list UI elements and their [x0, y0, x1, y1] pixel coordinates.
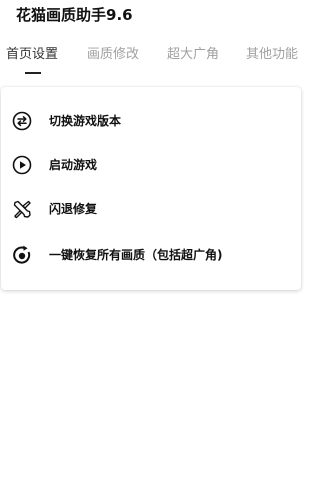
menu-item-crash-fix[interactable]: 闪退修复 [1, 187, 301, 231]
menu-item-label: 启动游戏 [49, 158, 98, 172]
tab-home-settings[interactable]: 首页设置 [6, 45, 58, 65]
app-title: 花猫画质助手9.6 [16, 6, 133, 24]
restore-icon [11, 244, 33, 266]
menu-item-switch-version[interactable]: 切换游戏版本 [1, 99, 301, 143]
tab-wide-angle[interactable]: 超大广角 [167, 45, 219, 65]
tab-bar: 首页设置 画质修改 超大广角 其他功能 [0, 45, 306, 75]
active-tab-indicator [25, 72, 41, 74]
tools-icon [11, 198, 33, 220]
menu-card: 切换游戏版本 启动游戏 闪退修复 一键恢复所有画质（包括超广角) [1, 87, 301, 290]
menu-item-label: 一键恢复所有画质（包括超广角) [49, 248, 223, 262]
swap-icon [11, 110, 33, 132]
play-circle-icon [11, 154, 33, 176]
menu-item-launch-game[interactable]: 启动游戏 [1, 143, 301, 187]
tab-quality-edit[interactable]: 画质修改 [87, 45, 139, 65]
menu-item-restore-all[interactable]: 一键恢复所有画质（包括超广角) [1, 233, 301, 277]
menu-item-label: 闪退修复 [49, 202, 98, 216]
menu-item-label: 切换游戏版本 [49, 114, 122, 128]
tab-other-features[interactable]: 其他功能 [246, 45, 298, 65]
